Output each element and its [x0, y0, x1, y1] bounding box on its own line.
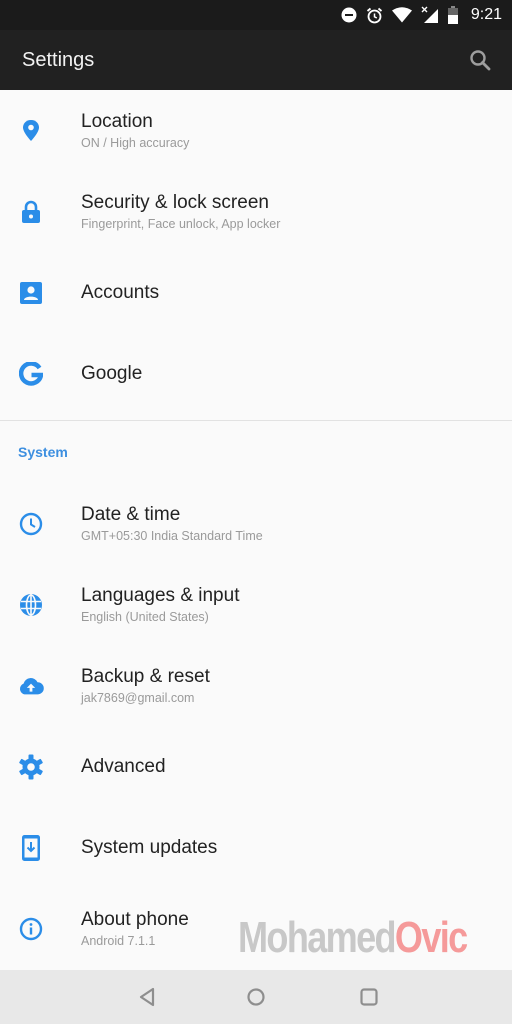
section-header-system: System — [18, 444, 68, 460]
item-summary: GMT+05:30 India Standard Time — [81, 528, 263, 543]
lock-icon — [18, 199, 44, 225]
search-button[interactable] — [466, 46, 494, 74]
item-label: About phone — [81, 908, 189, 930]
back-icon — [139, 987, 155, 1007]
clock-icon — [18, 511, 44, 537]
watermark-part2: Ovic — [394, 913, 468, 962]
cloud-upload-icon — [18, 673, 44, 699]
battery-icon — [447, 6, 458, 24]
status-time: 9:21 — [470, 6, 502, 23]
settings-item-date-time[interactable]: Date & time GMT+05:30 India Standard Tim… — [0, 483, 512, 564]
alarm-icon — [366, 7, 383, 24]
settings-item-google[interactable]: Google — [0, 333, 512, 414]
app-bar: Settings — [0, 30, 512, 90]
item-label: Advanced — [81, 755, 166, 777]
google-icon — [18, 361, 44, 387]
recents-icon — [360, 988, 378, 1006]
item-summary: ON / High accuracy — [81, 135, 190, 150]
status-bar: 9:21 — [0, 0, 512, 30]
page-title: Settings — [22, 48, 95, 71]
settings-item-system-updates[interactable]: System updates — [0, 807, 512, 888]
settings-item-accounts[interactable]: Accounts — [0, 252, 512, 333]
item-label: Backup & reset — [81, 665, 210, 687]
account-box-icon — [18, 280, 44, 306]
settings-item-languages[interactable]: Languages & input English (United States… — [0, 564, 512, 645]
home-icon — [247, 988, 265, 1006]
item-label: Date & time — [81, 503, 181, 525]
cellular-no-data-icon — [421, 6, 439, 24]
item-label: Location — [81, 110, 153, 132]
home-button[interactable] — [243, 984, 269, 1010]
search-icon — [470, 50, 491, 71]
settings-item-advanced[interactable]: Advanced — [0, 726, 512, 807]
watermark: MohamedOvic — [238, 913, 468, 962]
wifi-icon — [391, 7, 412, 23]
item-label: System updates — [81, 836, 218, 858]
info-icon — [18, 916, 44, 942]
watermark-part1: Mohamed — [238, 913, 397, 962]
settings-item-location[interactable]: Location ON / High accuracy — [0, 90, 512, 171]
globe-icon — [18, 592, 44, 618]
back-button[interactable] — [134, 984, 160, 1010]
gear-icon — [18, 754, 44, 780]
location-pin-icon — [18, 118, 44, 144]
settings-list: Location ON / High accuracy Security & l… — [0, 90, 512, 969]
navigation-bar — [0, 970, 512, 1024]
system-update-icon — [18, 834, 44, 861]
item-summary: Android 7.1.1 — [81, 933, 156, 948]
item-label: Google — [81, 362, 143, 384]
settings-item-security[interactable]: Security & lock screen Fingerprint, Face… — [0, 171, 512, 252]
item-summary: jak7869@gmail.com — [81, 690, 195, 705]
item-summary: English (United States) — [81, 609, 209, 624]
item-label: Languages & input — [81, 584, 240, 606]
settings-item-backup[interactable]: Backup & reset jak7869@gmail.com — [0, 645, 512, 726]
item-label: Security & lock screen — [81, 191, 269, 213]
do-not-disturb-icon — [341, 7, 357, 23]
item-summary: Fingerprint, Face unlock, App locker — [81, 216, 281, 231]
recents-button[interactable] — [356, 984, 382, 1010]
item-label: Accounts — [81, 281, 160, 303]
